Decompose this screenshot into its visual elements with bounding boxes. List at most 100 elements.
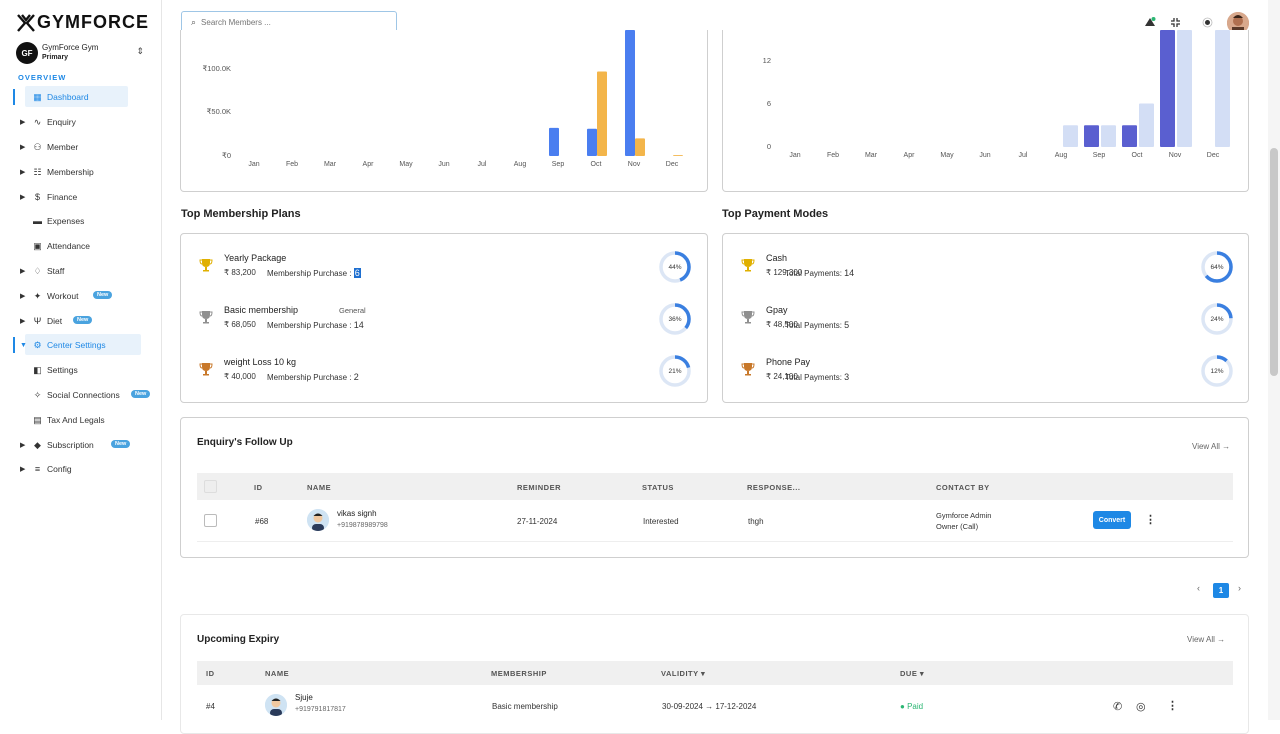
expiry-view-all-link[interactable]: View All → [1187,635,1225,644]
chart-line-icon: ∿ [33,116,42,127]
list-item: Cash ₹ 129,300 Total Payments: 14 [739,253,1239,293]
theme-toggle-icon[interactable] [1200,15,1214,29]
sidebar-item-member[interactable]: ▶ ⚇ Member [0,136,162,158]
percent-donut: 12% [1199,353,1235,389]
sidebar-item-enquiry[interactable]: ▶ ∿ Enquiry [0,111,162,133]
caret-right-icon[interactable]: ▶ [20,441,25,449]
chart-bar[interactable] [625,30,635,156]
whatsapp-icon[interactable]: ◎ [1136,700,1146,713]
more-options-icon[interactable]: ⋮ [1167,699,1178,712]
row-contact-method: Owner (Call) [936,522,979,531]
brand-logo[interactable]: GYMFORCE [17,12,149,33]
sidebar-item-config[interactable]: ▶ ≡ Config [0,458,162,480]
item-count-value: 2 [353,372,359,382]
chart-bar[interactable] [1084,125,1099,147]
chart-bar[interactable] [673,155,683,156]
percent-donut: 21% [657,353,693,389]
new-badge: New [131,390,151,398]
chart-bar[interactable] [1139,103,1154,148]
sidebar-item-workout[interactable]: ▶ ✦ Workout New [0,285,162,307]
caret-right-icon[interactable]: ▶ [20,193,25,201]
row-due-label: Paid [907,702,924,711]
scrollbar-thumb[interactable] [1270,148,1278,376]
x-tick-label: May [399,161,413,168]
utensils-icon: Ψ [33,316,42,326]
prev-page-button[interactable]: ‹ [1197,583,1200,593]
item-name: Cash [766,253,788,263]
row-checkbox[interactable] [204,514,217,527]
percent-label: 64% [1210,263,1224,271]
more-options-icon[interactable]: ⋮ [1145,513,1156,526]
page-1-button[interactable]: 1 [1213,583,1229,598]
sidebar-item-label: Attendance [47,241,91,251]
item-count-label: Total Payments: [785,321,842,330]
item-count-value: 6 [353,268,361,278]
chart-bar[interactable] [1215,30,1230,147]
x-tick-label: Jul [478,161,487,168]
enquiry-title: Enquiry's Follow Up [197,437,293,448]
sidebar: GYMFORCE GF GymForce Gym Primary ⇕ OVERV… [0,0,162,720]
row-name[interactable]: Sjuje [295,693,313,702]
enquiry-view-all-link[interactable]: View All → [1192,442,1230,451]
search-input[interactable] [201,18,382,27]
settings-icon: ⚙ [33,339,42,350]
sidebar-item-finance[interactable]: ▶ $ Finance [0,186,162,208]
item-count-label: Membership Purchase : [267,269,352,278]
sidebar-item-attendance[interactable]: ▣ Attendance [0,235,162,257]
convert-button[interactable]: Convert [1093,511,1131,529]
chart-bar[interactable] [1177,30,1192,147]
enquiry-table-header: ID NAME REMINDER STATUS RESPONSE... CONT… [197,473,1233,500]
item-count-label: Membership Purchase : [267,321,352,330]
sidebar-item-center-settings[interactable]: ▼ ⚙ Center Settings [0,334,162,356]
sidebar-item-settings[interactable]: ◧ Settings [0,359,162,381]
page-scrollbar[interactable] [1268,0,1280,720]
calendar-check-icon: ▣ [33,240,42,251]
chart-bar[interactable] [549,127,559,156]
gym-selector[interactable]: GF GymForce Gym Primary ⇕ [16,41,146,65]
caret-right-icon[interactable]: ▶ [20,317,25,325]
sidebar-item-social-connections[interactable]: ✧ Social Connections New [0,384,162,406]
chart-bar[interactable] [597,71,607,156]
phone-icon[interactable]: ✆ [1113,700,1122,713]
chart-bar[interactable] [1101,125,1116,147]
col-validity[interactable]: VALIDITY ▾ [661,669,705,678]
item-amount: ₹ 68,050 [224,320,256,329]
caret-right-icon[interactable]: ▶ [20,292,25,300]
notification-icon[interactable] [1143,15,1157,29]
sidebar-item-staff[interactable]: ▶ ♢ Staff [0,260,162,282]
toggle-icon: ◧ [33,364,42,375]
caret-right-icon[interactable]: ▶ [20,118,25,126]
chart-bar[interactable] [635,138,645,156]
row-id: #68 [255,517,269,526]
sidebar-item-membership[interactable]: ▶ ☷ Membership [0,161,162,183]
fullscreen-exit-icon[interactable] [1168,15,1182,29]
chart-bar[interactable] [1160,30,1175,147]
x-tick-label: Jan [248,161,259,168]
sidebar-item-diet[interactable]: ▶ Ψ Diet New [0,310,162,332]
row-validity: 30-09-2024 → 17-12-2024 [662,702,757,711]
caret-right-icon[interactable]: ▶ [20,267,25,275]
next-page-button[interactable]: › [1238,583,1241,593]
table-row[interactable]: #4 Sjuje +919791817817 Basic membership … [197,689,1233,723]
revenue-chart: ₹100.0K ₹50.0K ₹0 Jan Feb Mar Apr May Jun Jul Aug S… [202,30,683,168]
select-all-checkbox[interactable] [204,480,217,493]
caret-right-icon[interactable]: ▶ [20,465,25,473]
sidebar-item-dashboard[interactable]: ▦ Dashboard [0,86,162,108]
caret-right-icon[interactable]: ▶ [20,168,25,176]
chart-bar[interactable] [1122,125,1137,147]
sidebar-item-tax-and-legals[interactable]: ▤ Tax And Legals [0,409,162,431]
row-id: #4 [206,702,215,711]
caret-right-icon[interactable]: ▶ [20,143,25,151]
row-name[interactable]: vikas signh [337,509,377,518]
chart-bar[interactable] [1063,125,1078,147]
sidebar-item-expenses[interactable]: ▬ Expenses [0,210,162,232]
col-due[interactable]: DUE ▾ [900,669,924,678]
table-row[interactable]: #68 vikas signh +919878989798 27-11-2024… [197,500,1233,542]
caret-down-icon[interactable]: ▼ [20,342,27,349]
chart-bar[interactable] [587,128,597,156]
col-reminder: REMINDER [517,483,562,492]
count-chart-card: 12 6 0 Jan Feb Mar Apr May Jun Jul Aug Sep Oct Nov Dec [722,30,1249,192]
sidebar-item-subscription[interactable]: ▶ ◆ Subscription New [0,434,162,456]
percent-label: 12% [1210,367,1224,375]
sidebar-item-label: Membership [47,167,94,177]
